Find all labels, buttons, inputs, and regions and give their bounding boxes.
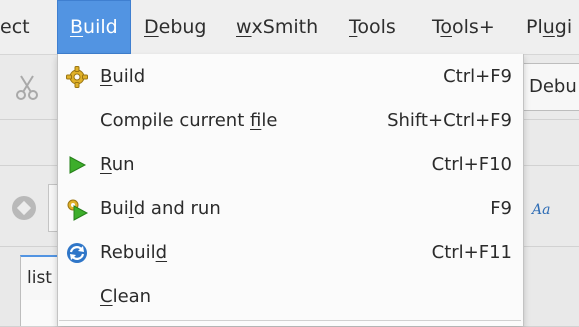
menu-tools-plus[interactable]: Tools+ (432, 0, 495, 54)
menu-wxsmith[interactable]: wxSmith (236, 0, 318, 54)
menu-separator (59, 320, 521, 321)
debug-target-combo[interactable]: Debu (522, 63, 579, 111)
abort-icon[interactable] (12, 196, 36, 220)
gear-build-icon (66, 66, 88, 88)
run-arrow-icon (69, 156, 87, 174)
menu-plugins[interactable]: Plugi (526, 0, 572, 54)
menu-item-run[interactable]: Run Ctrl+F10 (58, 143, 523, 187)
menu-item-build-and-run[interactable]: Build and run F9 (58, 187, 523, 231)
menu-project[interactable]: ect (0, 0, 30, 54)
menu-item-clean[interactable]: Clean (58, 275, 523, 319)
menu-item-build[interactable]: Build Ctrl+F9 (58, 55, 523, 99)
font-icon[interactable]: Aa (532, 202, 550, 218)
rebuild-icon (67, 243, 87, 263)
menu-item-compile-current-file[interactable]: Compile current file Shift+Ctrl+F9 (58, 99, 523, 143)
menu-build[interactable]: Build (57, 0, 131, 54)
menu-item-rebuild[interactable]: Rebuild Ctrl+F11 (58, 231, 523, 275)
menu-debug[interactable]: Debug (144, 0, 207, 54)
menu-tools[interactable]: Tools (349, 0, 396, 54)
build-menu-dropdown: Build Ctrl+F9 Compile current file Shift… (57, 54, 524, 326)
menu-bar: ect Build Debug wxSmith Tools Tools+ Plu… (0, 0, 579, 55)
build-and-run-icon (67, 199, 89, 221)
scissors-icon[interactable] (14, 72, 40, 102)
